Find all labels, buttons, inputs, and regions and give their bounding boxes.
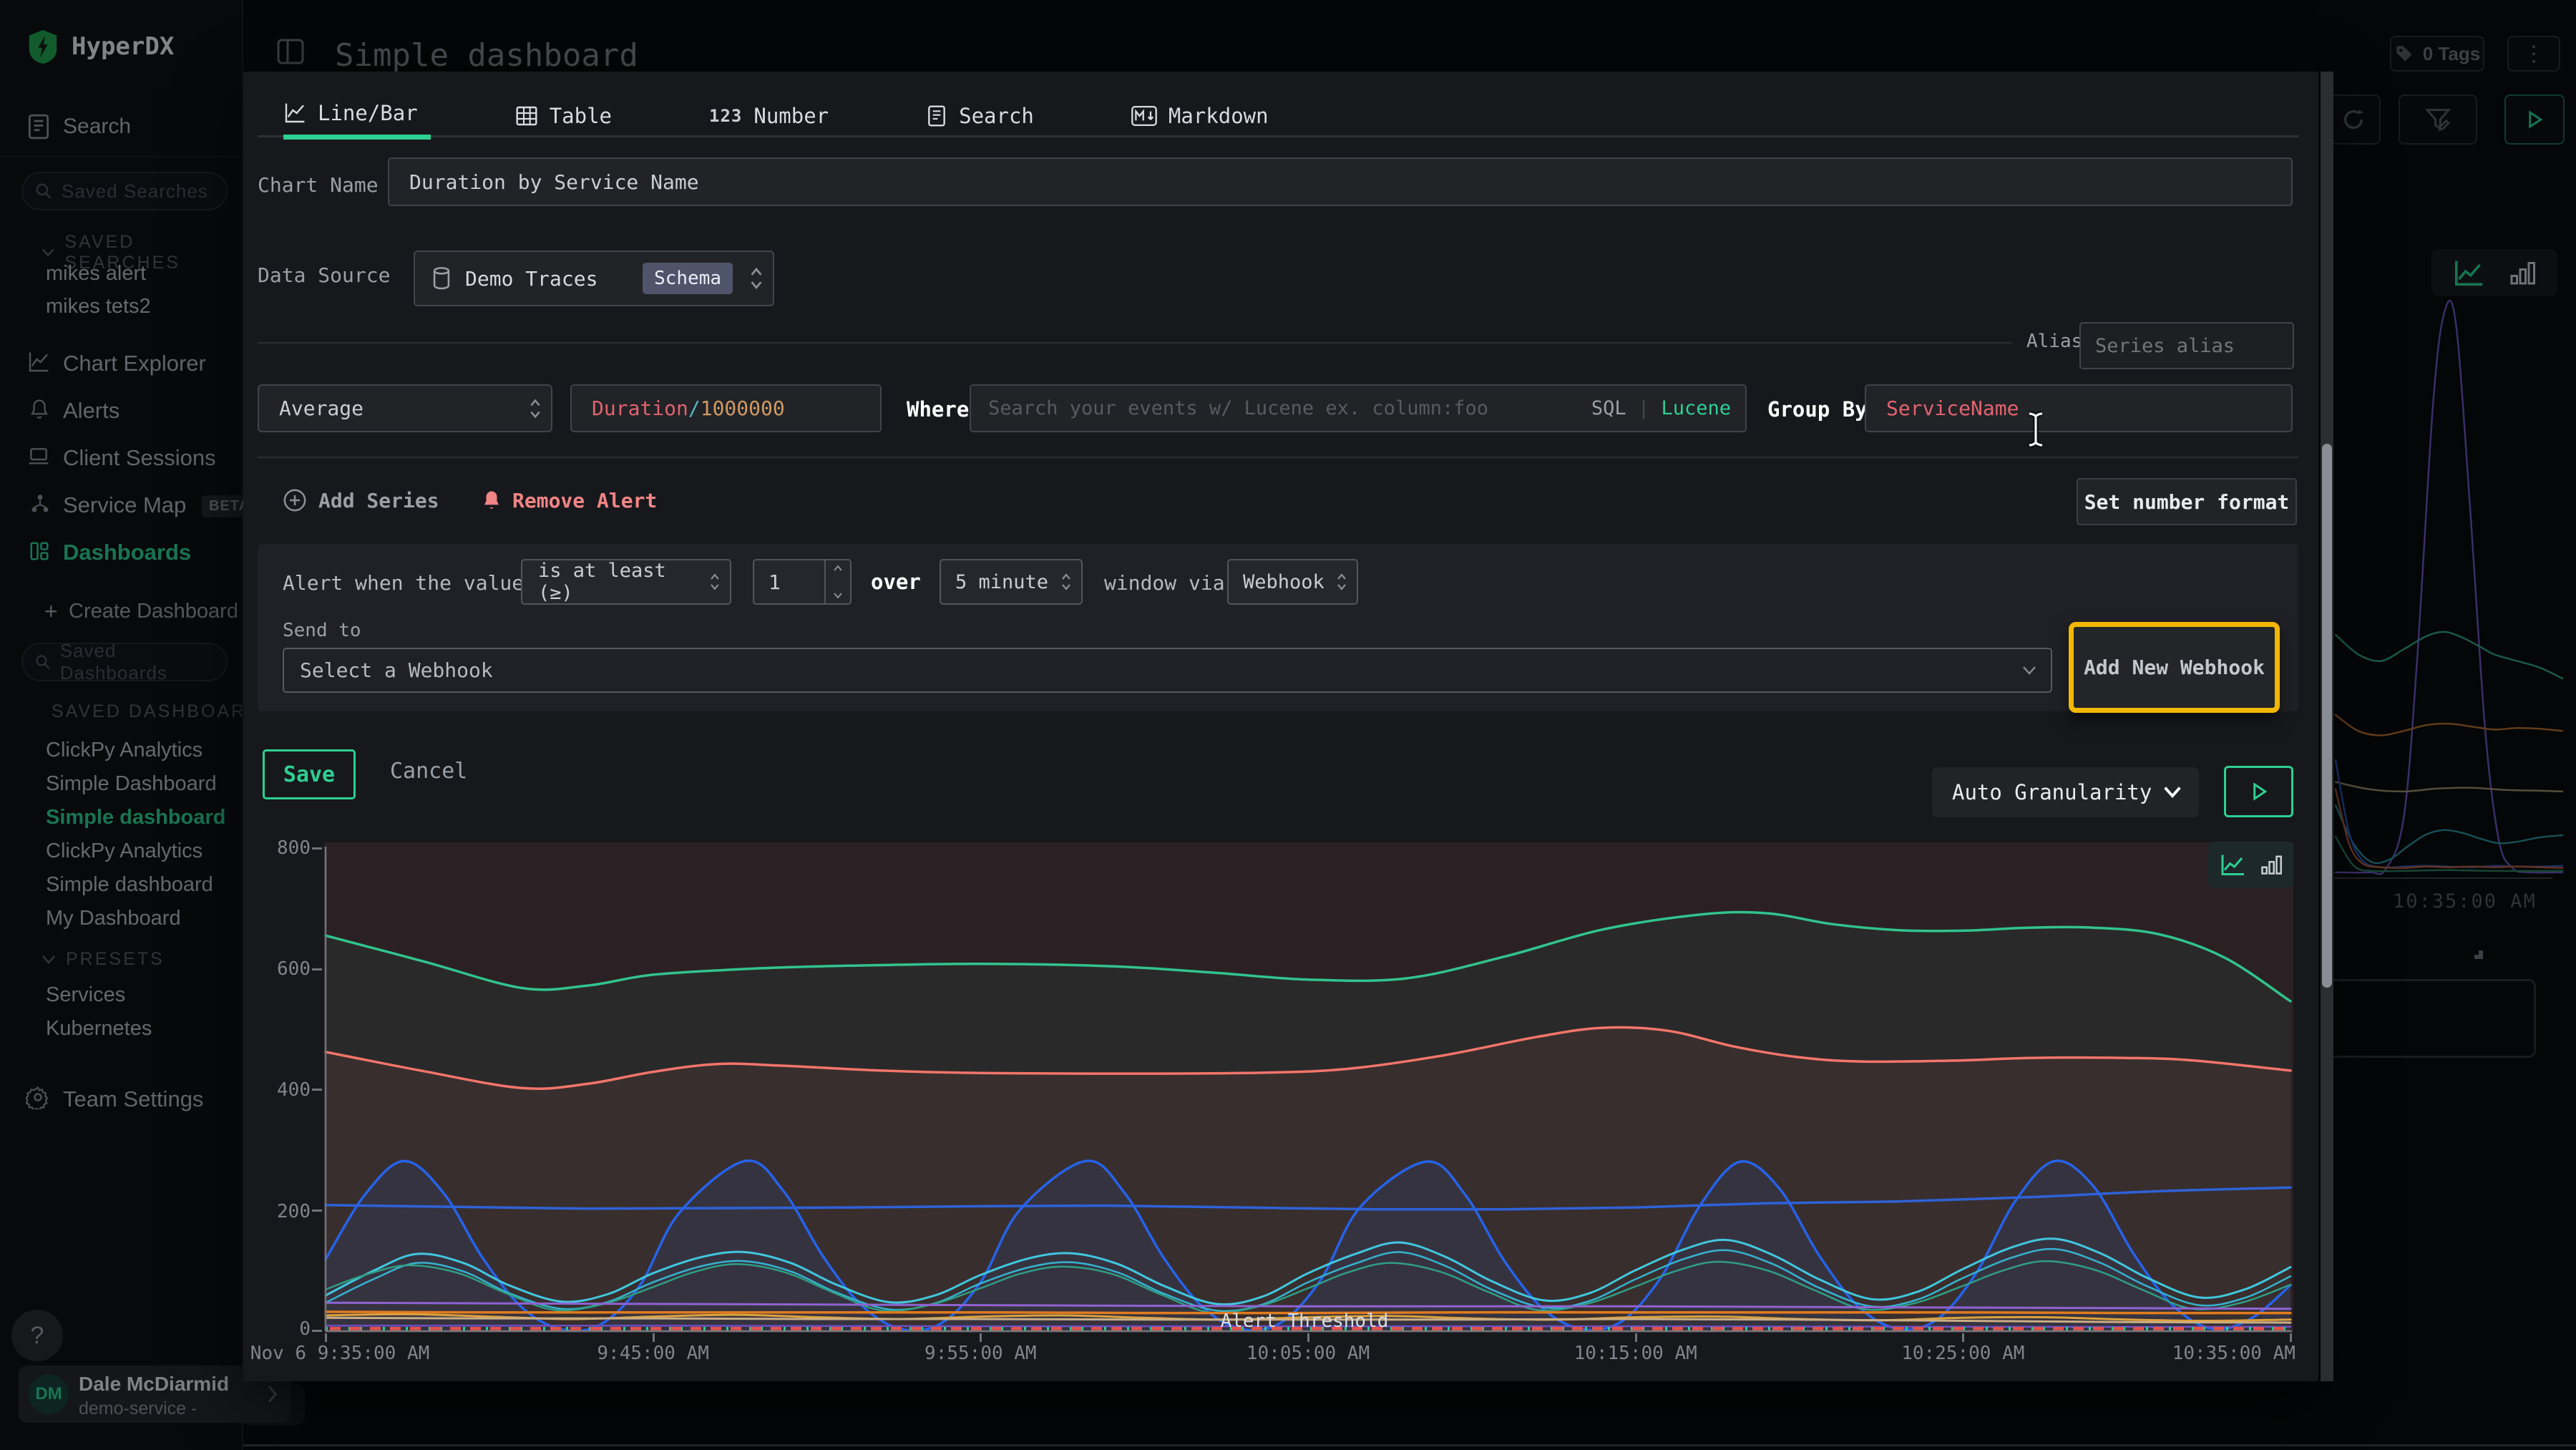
chart-name-input[interactable] — [388, 157, 2293, 206]
x-tick: Nov 6 9:35:00 AM — [250, 1343, 429, 1364]
x-tick-mark — [653, 1333, 655, 1342]
chart-plot-area[interactable] — [324, 842, 2293, 1333]
bar-chart-icon — [2260, 853, 2282, 876]
y-tick-mark — [312, 968, 322, 970]
chart-type-tabbar: Line/Bar Table 123 Number — [258, 92, 2298, 137]
y-tick-mark — [312, 847, 322, 850]
add-series-button[interactable]: Add Series — [283, 488, 439, 512]
series-alias-input[interactable] — [2079, 322, 2294, 369]
y-tick-mark — [312, 1210, 322, 1212]
where-label: Where — [907, 397, 969, 422]
field-separator: / — [688, 396, 701, 420]
chart-name-label: Chart Name — [258, 173, 379, 197]
modal-scrollbar[interactable] — [2321, 72, 2333, 1381]
tab-search[interactable]: Search — [926, 92, 1047, 140]
alert-channel-select[interactable]: Webhook — [1227, 559, 1358, 605]
y-tick: 600 — [260, 958, 311, 980]
tab-number[interactable]: 123 Number — [709, 92, 841, 140]
add-new-webhook-button[interactable]: Add New Webhook — [2069, 622, 2280, 713]
chevron-down-icon — [833, 592, 843, 599]
y-tick-mark — [312, 1330, 322, 1332]
chevron-down-icon — [2022, 666, 2036, 676]
x-tick: 9:55:00 AM — [924, 1343, 1037, 1364]
chevron-down-icon — [2163, 786, 2182, 799]
select-updown-icon — [1061, 572, 1071, 592]
row-divider — [258, 457, 2298, 458]
y-tick: 400 — [260, 1079, 311, 1101]
alert-config-panel: Alert when the value is at least (≥) 1 o… — [258, 544, 2298, 711]
search-doc-icon — [926, 104, 947, 127]
table-icon — [515, 104, 538, 127]
alias-label: Alias — [2026, 331, 2082, 352]
query-language-toggle[interactable]: SQL | Lucene — [1591, 397, 1731, 419]
x-tick: 10:25:00 AM — [1901, 1343, 2024, 1364]
database-icon — [431, 266, 452, 291]
save-button[interactable]: Save — [263, 749, 356, 799]
number-123-icon: 123 — [709, 106, 742, 126]
alert-window-select[interactable]: 5 minute — [940, 559, 1083, 605]
line-chart-icon — [283, 102, 306, 125]
window-via-label: window via — [1104, 571, 1225, 595]
tab-table[interactable]: Table — [515, 92, 625, 140]
y-tick: 0 — [260, 1318, 311, 1340]
x-tick-mark — [325, 1333, 327, 1342]
data-source-select[interactable]: Demo Traces Schema — [414, 250, 774, 306]
x-tick-mark — [2290, 1333, 2292, 1342]
tab-line-bar[interactable]: Line/Bar — [283, 92, 431, 140]
alert-condition-select[interactable]: is at least (≥) — [521, 559, 731, 605]
select-updown-icon — [530, 398, 541, 419]
x-tick: 10:35:00 AM — [2172, 1343, 2296, 1364]
text-cursor-pointer — [2024, 411, 2048, 448]
schema-badge: Schema — [643, 263, 733, 294]
x-tick-mark — [1962, 1333, 1964, 1342]
edit-chart-modal: Line/Bar Table 123 Number — [243, 72, 2318, 1381]
where-search-input[interactable]: Search your events w/ Lucene ex. column:… — [970, 384, 1747, 432]
where-placeholder: Search your events w/ Lucene ex. column:… — [988, 397, 1488, 419]
field-name: Duration — [592, 396, 688, 420]
send-to-label: Send to — [283, 620, 361, 641]
y-tick-mark — [312, 1089, 322, 1091]
chevron-up-icon — [833, 565, 843, 572]
granularity-select[interactable]: Auto Granularity — [1932, 767, 2199, 817]
y-tick: 800 — [260, 837, 311, 859]
preview-chart: 800 600 400 200 0 Nov 6 9:35:00 AM 9:45:… — [258, 842, 2296, 1377]
group-by-label: Group By — [1767, 397, 1868, 422]
x-tick: 10:05:00 AM — [1246, 1343, 1370, 1364]
alert-threshold-label: Alert Threshold — [1221, 1310, 1389, 1332]
webhook-select[interactable]: Select a Webhook — [283, 648, 2052, 693]
field-denominator: 1000000 — [701, 396, 785, 420]
cancel-button[interactable]: Cancel — [390, 759, 467, 784]
select-updown-icon — [750, 266, 763, 291]
x-tick: 10:15:00 AM — [1574, 1343, 1697, 1364]
select-updown-icon — [710, 572, 720, 592]
select-updown-icon — [1337, 572, 1347, 592]
circle-plus-icon — [283, 488, 307, 512]
stepper-arrows[interactable] — [824, 560, 850, 603]
aggregation-fn-select[interactable]: Average — [258, 384, 552, 432]
remove-alert-button[interactable]: Remove Alert — [481, 488, 657, 512]
group-by-input[interactable] — [1865, 384, 2293, 432]
x-tick-mark — [980, 1333, 982, 1342]
x-tick-mark — [1307, 1333, 1309, 1342]
aggregation-field-input[interactable]: Duration/1000000 — [570, 384, 882, 432]
over-label: over — [871, 570, 921, 594]
scrollbar-thumb[interactable] — [2322, 444, 2332, 988]
x-tick: 9:45:00 AM — [597, 1343, 709, 1364]
set-number-format-button[interactable]: Set number format — [2077, 478, 2297, 525]
data-source-value: Demo Traces — [465, 267, 597, 291]
app-root: Simple dashboard 0 Tags ⋮ — [0, 0, 2576, 1450]
markdown-icon — [1131, 105, 1157, 127]
line-chart-icon — [2220, 852, 2246, 877]
data-source-label: Data Source — [258, 263, 390, 287]
run-preview-button[interactable] — [2224, 766, 2293, 817]
alert-value-stepper[interactable]: 1 — [753, 559, 852, 605]
x-tick-mark — [1635, 1333, 1637, 1342]
alert-intro-label: Alert when the value — [283, 571, 524, 595]
chart-type-toggle[interactable] — [2208, 842, 2293, 887]
series-divider — [258, 342, 2012, 344]
play-icon — [2248, 781, 2270, 802]
tab-markdown[interactable]: Markdown — [1131, 92, 1282, 140]
y-tick: 200 — [260, 1201, 311, 1222]
bell-icon — [481, 488, 502, 512]
